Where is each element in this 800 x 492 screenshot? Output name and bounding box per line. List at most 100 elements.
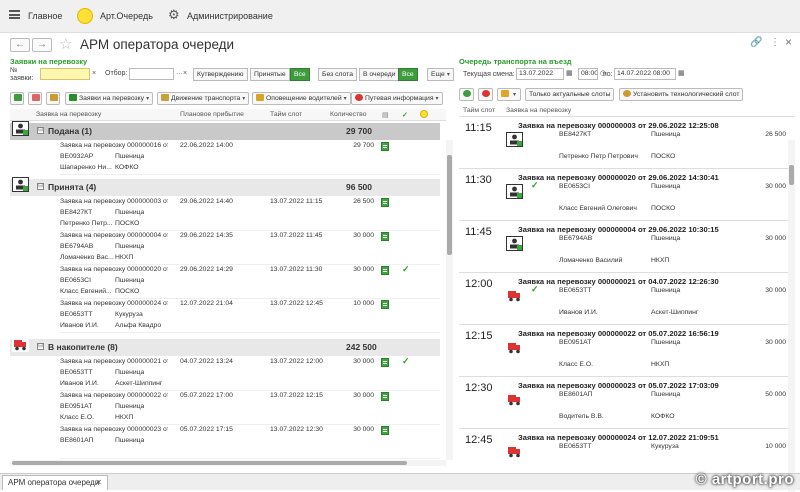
- document-icon[interactable]: [381, 300, 389, 309]
- col-queue-request[interactable]: Заявка на перевозку: [506, 107, 571, 114]
- vehicle-plate: ВЕ6794АВ: [60, 243, 94, 250]
- shift-time-from[interactable]: 08:00: [578, 68, 598, 80]
- nav-main[interactable]: Главное: [28, 11, 62, 21]
- tab-operator-workplace[interactable]: АРМ оператора очереди ✕: [2, 475, 108, 490]
- queue-request-title[interactable]: Заявка на перевозку 000000023 от 05.07.2…: [518, 381, 719, 390]
- queue-logo-icon[interactable]: [77, 8, 93, 24]
- seg-to-approve[interactable]: Кутверждению: [193, 68, 248, 81]
- shift-date-from[interactable]: 13.07.2022: [516, 68, 564, 80]
- notify-menu-button[interactable]: Оповещение водителей ▾: [252, 92, 351, 105]
- request-link[interactable]: Заявка на перевозку 000000021 от ...: [60, 358, 168, 365]
- right-vertical-scrollbar[interactable]: [788, 140, 795, 492]
- request-number-input[interactable]: [40, 68, 90, 80]
- queue-company: Аскет-Шиппинг: [651, 309, 699, 316]
- queue-add-button[interactable]: [459, 88, 474, 101]
- document-icon[interactable]: [381, 392, 389, 401]
- left-hscroll-thumb[interactable]: [12, 461, 407, 465]
- queue-entry[interactable]: 11:30 Заявка на перевозку 000000020 от 29…: [459, 170, 789, 221]
- row-divider: [60, 298, 440, 299]
- col-planned[interactable]: Плановое прибытие: [180, 111, 244, 118]
- nav-admin[interactable]: Администрирование: [187, 11, 273, 21]
- request-link[interactable]: Заявка на перевозку 000000024 от ...: [60, 300, 168, 307]
- more-icon[interactable]: ⋮: [770, 37, 780, 48]
- time-slot: 13.07.2022 12:15: [270, 392, 323, 399]
- requests-menu-button[interactable]: Заявки на перевозку ▾: [65, 92, 154, 105]
- route-menu-button[interactable]: Путевая информация ▾: [351, 92, 443, 105]
- seg-all-2[interactable]: Все: [398, 68, 418, 81]
- set-tech-slot-button[interactable]: Установить технологический слот: [619, 88, 744, 101]
- document-icon[interactable]: [381, 426, 389, 435]
- col-doc-icon[interactable]: ▤: [382, 111, 388, 119]
- col-slot[interactable]: Тайм слот: [270, 111, 302, 118]
- link-icon[interactable]: 🔗: [750, 37, 762, 48]
- favorite-star-icon[interactable]: ☆: [59, 35, 72, 53]
- planned-arrival: 04.07.2022 13:24: [180, 358, 233, 365]
- close-tab-icon[interactable]: ✕: [95, 476, 102, 490]
- clear-filter-icon[interactable]: ×: [183, 70, 187, 77]
- back-button[interactable]: ←: [10, 38, 30, 52]
- queue-request-title[interactable]: Заявка на перевозку 000000020 от 29.06.2…: [518, 173, 719, 182]
- nav-queue[interactable]: Арт.Очередь: [100, 11, 153, 21]
- menu-icon[interactable]: [9, 10, 20, 19]
- queue-request-title[interactable]: Заявка на перевозку 000000003 от 29.06.2…: [518, 121, 719, 130]
- checkmark-icon: ✓: [531, 180, 539, 190]
- request-link[interactable]: Заявка на перевозку 000000003 от ...: [60, 198, 168, 205]
- right-scroll-thumb[interactable]: [789, 165, 794, 185]
- queue-entry[interactable]: 12:00 Заявка на перевозку 000000021 от 04…: [459, 274, 789, 325]
- document-icon[interactable]: [381, 232, 389, 241]
- left-scroll-thumb[interactable]: [447, 155, 452, 255]
- queue-request-title[interactable]: Заявка на перевозку 000000024 от 12.07.2…: [518, 433, 719, 442]
- document-icon[interactable]: [381, 358, 389, 367]
- sort-button[interactable]: [28, 92, 42, 105]
- collapse-toggle-icon[interactable]: ⊟: [37, 183, 44, 190]
- left-vertical-scrollbar[interactable]: [446, 140, 453, 460]
- clear-number-icon[interactable]: ×: [92, 70, 96, 77]
- page-title: АРМ оператора очереди: [80, 37, 235, 52]
- seg-accepted[interactable]: Принятые: [250, 68, 290, 81]
- document-icon[interactable]: [381, 198, 389, 207]
- calendar-icon[interactable]: ▦: [678, 69, 685, 77]
- queue-remove-button[interactable]: [478, 88, 493, 101]
- seg-in-queue[interactable]: В очереди: [359, 68, 400, 81]
- request-link[interactable]: Заявка на перевозку 000000020 от ...: [60, 266, 168, 273]
- filter-select-icon[interactable]: …: [176, 69, 183, 76]
- queue-entry[interactable]: 12:15 Заявка на перевозку 000000022 от 05…: [459, 326, 789, 377]
- document-icon[interactable]: [381, 266, 389, 275]
- queue-entry[interactable]: 11:45 Заявка на перевозку 000000004 от 29…: [459, 222, 789, 273]
- list-button[interactable]: [46, 92, 60, 105]
- queue-qty: 30 000: [765, 287, 786, 294]
- close-icon[interactable]: ×: [785, 35, 792, 49]
- request-link[interactable]: Заявка на перевозку 000000004 от ...: [60, 232, 168, 239]
- number-label: №: [10, 67, 18, 74]
- collapse-toggle-icon[interactable]: ⊟: [37, 343, 44, 350]
- col-request[interactable]: Заявка на перевозку: [36, 111, 101, 118]
- queue-entry[interactable]: 11:15 Заявка на перевозку 000000003 от 29…: [459, 118, 789, 169]
- queue-tools-button[interactable]: ▾: [497, 88, 521, 101]
- calendar-icon[interactable]: ▦: [566, 69, 573, 77]
- refresh-button[interactable]: [10, 92, 24, 105]
- col-status-icon[interactable]: [420, 110, 428, 118]
- queue-request-title[interactable]: Заявка на перевозку 000000022 от 05.07.2…: [518, 329, 719, 338]
- queue-request-title[interactable]: Заявка на перевозку 000000021 от 04.07.2…: [518, 277, 719, 286]
- more-button[interactable]: Еще ▾: [427, 68, 454, 81]
- request-link[interactable]: Заявка на перевозку 000000022 от ...: [60, 392, 168, 399]
- forward-button[interactable]: →: [32, 38, 52, 52]
- request-link[interactable]: Заявка на перевозку 000000016 от ...: [60, 142, 168, 149]
- gear-icon[interactable]: ⚙: [168, 7, 180, 23]
- col-check-icon[interactable]: ✓: [402, 111, 408, 119]
- col-qty[interactable]: Количество: [330, 111, 367, 118]
- only-actual-slots-button[interactable]: Только актуальные слоты: [525, 88, 615, 101]
- filter-input[interactable]: [129, 68, 174, 80]
- seg-no-slot[interactable]: Без слота: [318, 68, 357, 81]
- queue-entry[interactable]: 12:30 Заявка на перевозку 000000023 от 05…: [459, 378, 789, 429]
- chevron-down-icon: ▾: [513, 92, 517, 98]
- collapse-toggle-icon[interactable]: ⊟: [37, 127, 44, 134]
- movement-menu-button[interactable]: Движение транспорта ▾: [157, 92, 250, 105]
- document-icon[interactable]: [381, 142, 389, 151]
- shift-date-to[interactable]: 14.07.2022 08:00: [614, 68, 676, 80]
- col-time-slot[interactable]: Тайм слот: [463, 107, 495, 114]
- left-horizontal-scrollbar[interactable]: [10, 460, 446, 466]
- seg-all-1[interactable]: Все: [290, 68, 310, 81]
- request-link[interactable]: Заявка на перевозку 000000023 от ...: [60, 426, 168, 433]
- queue-request-title[interactable]: Заявка на перевозку 000000004 от 29.06.2…: [518, 225, 719, 234]
